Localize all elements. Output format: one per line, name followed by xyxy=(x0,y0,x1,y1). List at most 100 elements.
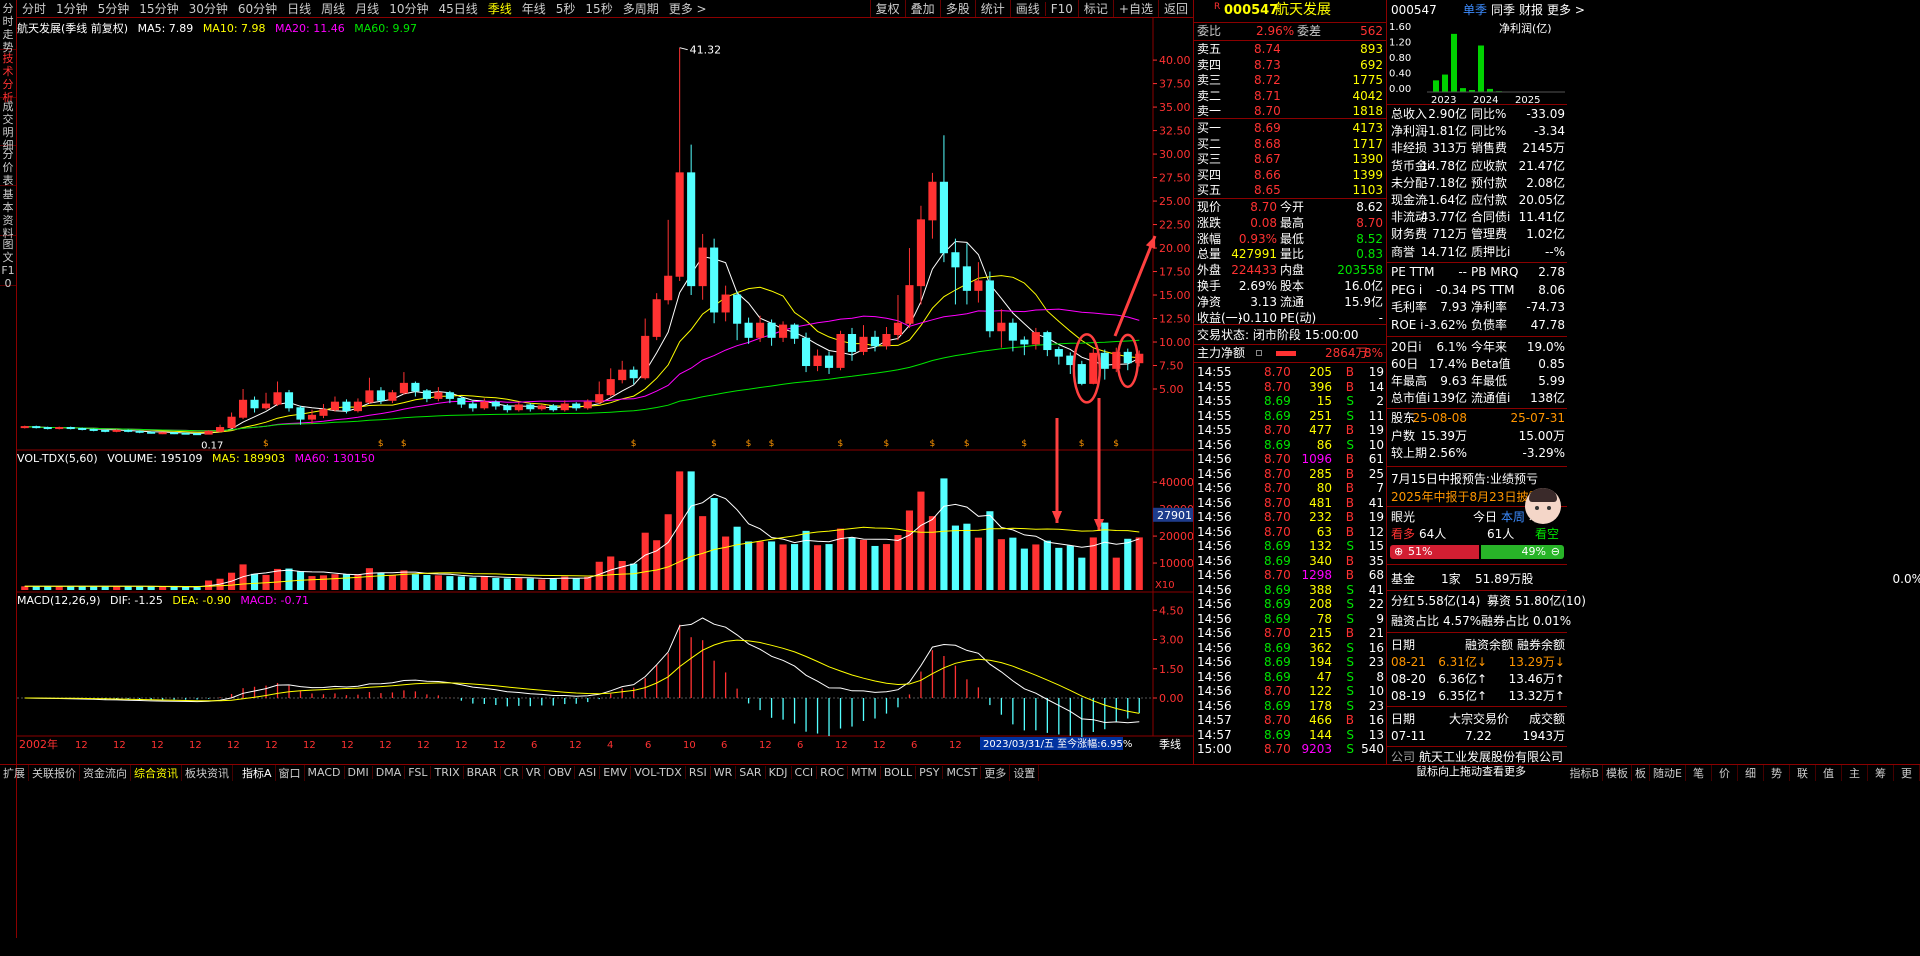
quote-tab-8[interactable]: 更 xyxy=(1894,764,1920,781)
quote-tab-2[interactable]: 细 xyxy=(1738,764,1764,781)
indicator-4[interactable]: DMA xyxy=(373,766,406,779)
indicator-14[interactable]: RSI xyxy=(686,766,711,779)
stat-label-2: 今开 xyxy=(1280,200,1305,214)
right-indicator-1[interactable]: 模板 xyxy=(1603,764,1633,781)
indicator-13[interactable]: VOL-TDX xyxy=(631,766,686,779)
period-8[interactable]: 月线 xyxy=(350,0,384,17)
topbar-action-5[interactable]: F10 xyxy=(1044,1,1078,16)
tab-week[interactable]: 本周 xyxy=(1501,510,1525,525)
news-1[interactable]: 7月15日中报预告:业绩预亏 xyxy=(1387,472,1567,487)
indicator-19[interactable]: ROC xyxy=(817,766,849,779)
period-11[interactable]: 季线 xyxy=(483,0,517,17)
quote-tab-6[interactable]: 主 xyxy=(1842,764,1868,781)
tab-price-table[interactable]: 分价表 xyxy=(0,148,16,187)
tab-today[interactable]: 今日 xyxy=(1473,510,1497,525)
indicator-0[interactable]: 指标A xyxy=(239,764,276,781)
period-5[interactable]: 60分钟 xyxy=(233,0,282,17)
indicator-5[interactable]: FSL xyxy=(405,766,432,779)
period-15[interactable]: 多周期 xyxy=(618,0,664,17)
period-10[interactable]: 45日线 xyxy=(433,0,482,17)
bull-up-icon[interactable]: ⊕ xyxy=(1394,545,1403,559)
tab-more[interactable]: 更多 > xyxy=(1547,3,1585,18)
indicator-10[interactable]: OBV xyxy=(545,766,576,779)
indicator-12[interactable]: EMV xyxy=(600,766,632,779)
indicator-22[interactable]: PSY xyxy=(916,766,944,779)
right-indicator-2[interactable]: 板 xyxy=(1632,764,1651,781)
topbar-action-8[interactable]: 返回 xyxy=(1157,0,1193,17)
topbar-action-2[interactable]: 多股 xyxy=(939,0,975,17)
indicator-16[interactable]: SAR xyxy=(736,766,766,779)
tab-report[interactable]: 财报 xyxy=(1519,3,1543,18)
quote-tab-3[interactable]: 势 xyxy=(1764,764,1790,781)
period-12[interactable]: 年线 xyxy=(517,0,551,17)
indicator-9[interactable]: VR xyxy=(523,766,546,779)
tab-technical[interactable]: 技术分析 xyxy=(0,52,16,104)
topbar-action-3[interactable]: 统计 xyxy=(974,0,1010,17)
candle-body xyxy=(480,401,489,409)
tab-intraday[interactable]: 分时走势 xyxy=(0,2,16,54)
topbar-action-0[interactable]: 复权 xyxy=(869,0,905,17)
topbar-action-1[interactable]: 叠加 xyxy=(904,0,940,17)
holder-0-v1: 25-08-08 xyxy=(1412,411,1467,425)
topbar-action-6[interactable]: 标记 xyxy=(1077,0,1113,17)
indicator-6[interactable]: TRIX xyxy=(431,766,464,779)
indicator-3[interactable]: DMI xyxy=(345,766,373,779)
bottom-tab-3[interactable]: 综合资讯 xyxy=(131,764,182,781)
chart-panel[interactable]: 航天发展(季线 前复权) MA5: 7.89 MA10: 7.98 MA20: … xyxy=(17,18,1193,750)
follow-label[interactable]: 随动E xyxy=(1650,764,1686,781)
quote-tab-1[interactable]: 价 xyxy=(1712,764,1738,781)
indicator-23[interactable]: MCST xyxy=(943,766,982,779)
kline-chart[interactable]: 40.0037.5035.0032.5030.0027.5025.0022.50… xyxy=(17,18,1193,750)
indicator-20[interactable]: MTM xyxy=(848,766,881,779)
period-1[interactable]: 1分钟 xyxy=(51,0,93,17)
volume-bar xyxy=(1124,538,1132,590)
bottom-tab-1[interactable]: 关联报价 xyxy=(29,764,80,781)
candle-body xyxy=(801,337,811,367)
bear-down-icon[interactable]: ⊖ xyxy=(1551,545,1560,559)
period-13[interactable]: 5秒 xyxy=(551,0,581,17)
period-14[interactable]: 15秒 xyxy=(580,0,617,17)
quote-tab-5[interactable]: 值 xyxy=(1816,764,1842,781)
quote-tab-4[interactable]: 联 xyxy=(1790,764,1816,781)
tab-basic-info[interactable]: 基本资料 xyxy=(0,188,16,240)
period-2[interactable]: 5分钟 xyxy=(93,0,135,17)
topbar-action-4[interactable]: 画线 xyxy=(1009,0,1045,17)
quote-tab-7[interactable]: 筹 xyxy=(1868,764,1894,781)
indicator-17[interactable]: KDJ xyxy=(766,766,792,779)
stock-name[interactable]: 航天发展 xyxy=(1275,3,1331,18)
price-axis-label: 30.00 xyxy=(1159,148,1191,161)
main-net-icon[interactable] xyxy=(1256,350,1262,356)
indicator-25[interactable]: 设置 xyxy=(1010,764,1040,781)
candle xyxy=(859,325,868,356)
period-3[interactable]: 15分钟 xyxy=(134,0,183,17)
period-16[interactable]: 更多 > xyxy=(664,0,712,17)
tick-volume: 63 xyxy=(1316,524,1332,539)
period-7[interactable]: 周线 xyxy=(316,0,350,17)
period-4[interactable]: 30分钟 xyxy=(184,0,233,17)
indicator-7[interactable]: BRAR xyxy=(464,766,501,779)
avatar[interactable] xyxy=(1525,488,1561,524)
indicator-1[interactable]: 窗口 xyxy=(276,764,305,781)
tab-f10[interactable]: 图文F10 xyxy=(0,238,16,290)
tab-same-quarter[interactable]: 同季 xyxy=(1491,3,1515,18)
tab-trade-detail[interactable]: 成交明细 xyxy=(0,100,16,152)
topbar-action-7[interactable]: +自选 xyxy=(1112,0,1158,17)
period-0[interactable]: 分时 xyxy=(17,0,51,17)
indicator-18[interactable]: CCI xyxy=(792,766,818,779)
candle-body xyxy=(319,409,328,416)
quote-tab-0[interactable]: 笔 xyxy=(1686,764,1712,781)
ask-price: 8.70 xyxy=(1254,104,1281,118)
tab-single-quarter[interactable]: 单季 xyxy=(1463,3,1487,18)
indicator-11[interactable]: ASI xyxy=(575,766,601,779)
indicator-15[interactable]: WR xyxy=(711,766,737,779)
period-6[interactable]: 日线 xyxy=(282,0,316,17)
bottom-tab-0[interactable]: 扩展 xyxy=(0,764,29,781)
period-9[interactable]: 10分钟 xyxy=(384,0,433,17)
right-indicator-0[interactable]: 指标B xyxy=(1567,764,1604,781)
indicator-8[interactable]: CR xyxy=(501,766,523,779)
bottom-tab-4[interactable]: 板块资讯 xyxy=(182,764,233,781)
bottom-tab-2[interactable]: 资金流向 xyxy=(80,764,131,781)
indicator-21[interactable]: BOLL xyxy=(881,766,917,779)
indicator-2[interactable]: MACD xyxy=(305,766,345,779)
indicator-24[interactable]: 更多 xyxy=(981,764,1011,781)
